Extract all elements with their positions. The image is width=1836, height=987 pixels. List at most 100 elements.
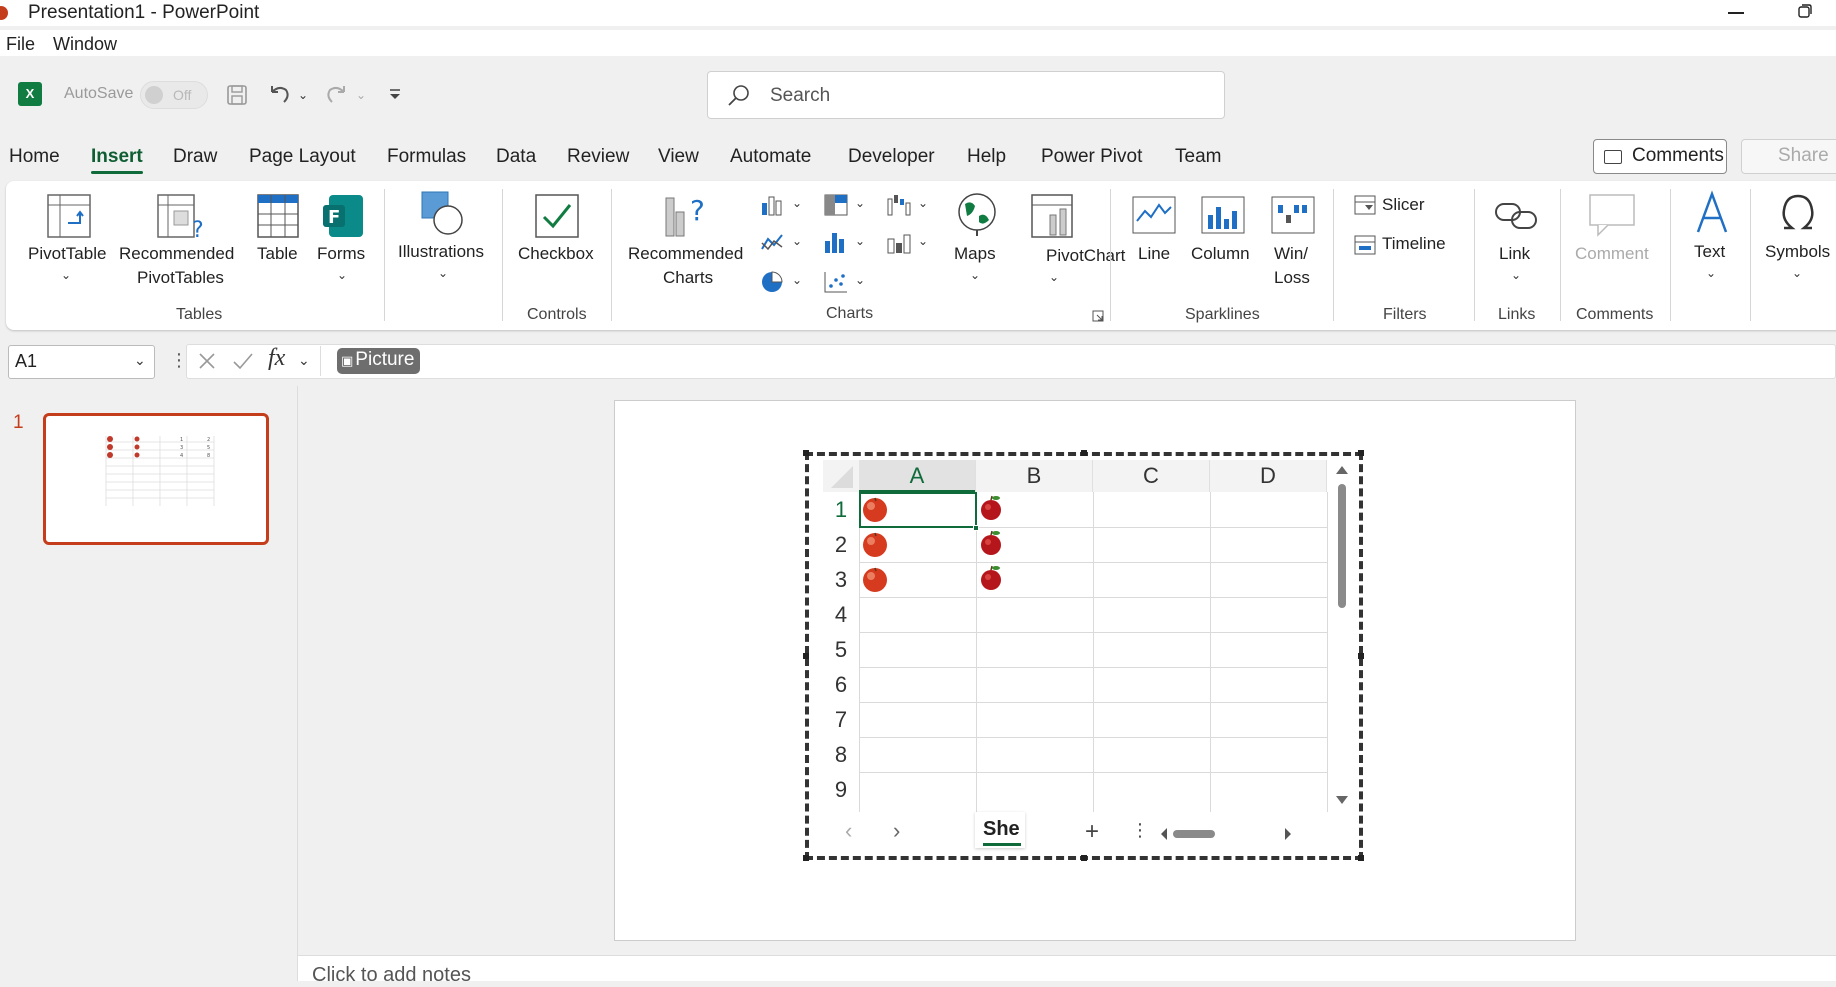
symbols-icon[interactable] [1778, 190, 1818, 234]
menu-file[interactable]: File [6, 34, 35, 55]
tab-developer[interactable]: Developer [848, 146, 935, 168]
maps-label[interactable]: Maps [954, 242, 996, 266]
pivotchart-icon[interactable] [1030, 193, 1078, 241]
text-icon[interactable] [1690, 190, 1734, 236]
column-header-d[interactable]: D [1210, 460, 1327, 492]
tab-page-layout[interactable]: Page Layout [249, 146, 356, 168]
pivotchart-label[interactable]: PivotChart [1046, 244, 1125, 268]
waterfall-chart-dropdown-icon[interactable]: ⌄ [918, 196, 928, 210]
link-icon[interactable] [1494, 196, 1538, 236]
minimize-icon[interactable] [1728, 12, 1744, 14]
combo-chart-dropdown-icon[interactable]: ⌄ [918, 234, 928, 248]
red-apple-image[interactable] [861, 565, 889, 593]
sparkline-winloss-label-1[interactable]: Win/ [1274, 242, 1308, 266]
text-label[interactable]: Text [1694, 240, 1725, 264]
checkbox-label[interactable]: Checkbox [518, 242, 594, 266]
hierarchy-chart-icon[interactable] [823, 193, 849, 217]
confirm-entry-icon[interactable] [231, 350, 255, 372]
text-dropdown-icon[interactable]: ⌄ [1706, 266, 1716, 280]
new-comment-icon[interactable] [1588, 193, 1636, 237]
checkbox-icon[interactable] [534, 193, 580, 239]
waterfall-chart-icon[interactable] [886, 193, 912, 217]
autosave-toggle[interactable]: Off [140, 81, 208, 109]
scatter-chart-dropdown-icon[interactable]: ⌄ [855, 273, 865, 287]
row-header-1[interactable]: 1 [823, 492, 859, 527]
share-button[interactable]: Share [1741, 139, 1836, 174]
red-apple-image[interactable] [861, 495, 889, 523]
column-chart-icon[interactable] [760, 193, 786, 217]
redo-icon[interactable] [324, 82, 350, 108]
recommended-pivottables-icon[interactable]: ? [156, 193, 204, 241]
sparkline-winloss-label-2[interactable]: Loss [1274, 266, 1310, 290]
tab-data[interactable]: Data [496, 146, 536, 168]
statistic-chart-icon[interactable] [823, 231, 849, 255]
combo-chart-icon[interactable] [886, 231, 912, 255]
undo-icon[interactable] [266, 82, 292, 108]
pivottable-icon[interactable] [46, 193, 92, 239]
select-all-corner[interactable] [823, 460, 859, 492]
column-header-b[interactable]: B [976, 460, 1093, 492]
resize-handle[interactable] [1081, 450, 1087, 456]
illustrations-icon[interactable] [418, 190, 468, 236]
resize-handle[interactable] [803, 653, 809, 659]
line-chart-icon[interactable] [760, 231, 786, 255]
comment-label[interactable]: Comment [1575, 242, 1649, 266]
timeline-icon[interactable] [1353, 234, 1377, 256]
previous-sheet-icon[interactable]: ‹ [845, 818, 852, 844]
vertical-scrollbar[interactable] [1329, 460, 1355, 810]
tab-review[interactable]: Review [567, 146, 629, 168]
red-apple-image[interactable] [861, 530, 889, 558]
recommended-pivottables-label-2[interactable]: PivotTables [137, 266, 224, 290]
function-dropdown-icon[interactable]: ⌄ [298, 352, 310, 369]
illustrations-dropdown-icon[interactable]: ⌄ [438, 266, 448, 280]
row-header-4[interactable]: 4 [823, 597, 859, 632]
row-header-5[interactable]: 5 [823, 632, 859, 667]
recommended-charts-label-2[interactable]: Charts [663, 266, 713, 290]
symbols-dropdown-icon[interactable]: ⌄ [1792, 266, 1802, 280]
slide-thumbnail[interactable]: 1 2 3 5 4 8 [43, 413, 269, 545]
row-header-6[interactable]: 6 [823, 667, 859, 702]
column-chart-dropdown-icon[interactable]: ⌄ [792, 196, 802, 210]
pivottable-label[interactable]: PivotTable [28, 242, 106, 266]
save-icon[interactable] [224, 82, 250, 108]
row-header-7[interactable]: 7 [823, 702, 859, 737]
tab-view[interactable]: View [658, 146, 699, 168]
comments-button[interactable]: Comments [1593, 139, 1727, 174]
tab-formulas[interactable]: Formulas [387, 146, 466, 168]
table-icon[interactable] [256, 193, 300, 239]
resize-handle[interactable] [1358, 855, 1364, 861]
charts-dialog-launcher-icon[interactable] [1092, 310, 1104, 322]
symbols-label[interactable]: Symbols [1765, 240, 1830, 264]
sheet-options-icon[interactable]: ⋮ [1131, 820, 1149, 841]
resize-handle[interactable] [803, 855, 809, 861]
search-box[interactable]: Search [707, 71, 1225, 119]
next-sheet-icon[interactable]: › [893, 818, 900, 844]
row-header-8[interactable]: 8 [823, 737, 859, 772]
line-chart-dropdown-icon[interactable]: ⌄ [792, 234, 802, 248]
scatter-chart-icon[interactable] [823, 270, 849, 294]
slicer-icon[interactable] [1353, 194, 1377, 216]
sparkline-column-label[interactable]: Column [1191, 242, 1250, 266]
resize-handle[interactable] [1358, 450, 1364, 456]
resize-handle[interactable] [803, 450, 809, 456]
undo-dropdown-icon[interactable]: ⌄ [298, 88, 308, 102]
link-label[interactable]: Link [1499, 242, 1530, 266]
add-sheet-icon[interactable]: + [1085, 818, 1099, 846]
name-box-dropdown-icon[interactable]: ⌄ [134, 352, 146, 369]
apple-with-leaf-image[interactable] [978, 563, 1006, 591]
tab-automate[interactable]: Automate [730, 146, 811, 168]
row-header-9[interactable]: 9 [823, 772, 859, 812]
customize-qat-icon[interactable] [382, 82, 408, 108]
hierarchy-chart-dropdown-icon[interactable]: ⌄ [855, 196, 865, 210]
slicer-label[interactable]: Slicer [1382, 193, 1425, 217]
pie-chart-icon[interactable] [760, 270, 786, 294]
link-dropdown-icon[interactable]: ⌄ [1511, 268, 1521, 282]
statistic-chart-dropdown-icon[interactable]: ⌄ [855, 234, 865, 248]
recommended-charts-icon[interactable]: ? [664, 192, 714, 240]
redo-dropdown-icon[interactable]: ⌄ [356, 88, 366, 102]
pivotchart-dropdown-icon[interactable]: ⌄ [1049, 270, 1059, 284]
tab-power-pivot[interactable]: Power Pivot [1041, 146, 1142, 168]
embedded-excel-object[interactable]: A B C D 1 2 3 4 5 6 7 8 9 ‹ › She + ⋮ [805, 452, 1363, 860]
recommended-charts-label-1[interactable]: Recommended [628, 242, 743, 266]
pivottable-dropdown-icon[interactable]: ⌄ [61, 268, 71, 282]
